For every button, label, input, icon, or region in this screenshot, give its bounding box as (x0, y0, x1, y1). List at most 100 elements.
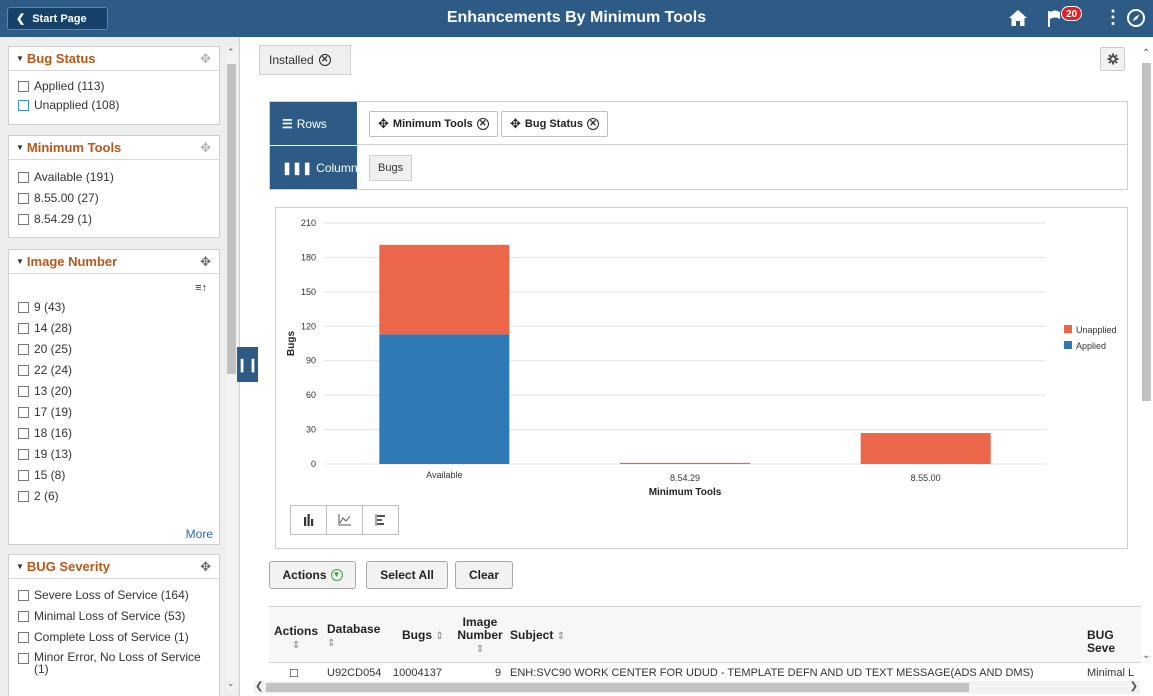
facet-panel-scrollbar[interactable]: ⌃ ⌄ (226, 47, 237, 691)
scrollbar-thumb[interactable] (227, 64, 236, 374)
checkbox[interactable] (18, 302, 29, 313)
sort-icon[interactable]: ⇕ (327, 638, 335, 649)
facet-option[interactable]: 20 (25) (9, 342, 219, 357)
navigator-icon[interactable] (1126, 8, 1146, 31)
y-tick-label: 210 (301, 218, 316, 228)
scroll-down-icon[interactable]: ⌄ (1142, 650, 1150, 661)
checkbox[interactable] (18, 653, 29, 664)
checkbox[interactable] (18, 365, 29, 376)
column-header-image-number[interactable]: Image Number ⇕ (456, 616, 504, 656)
scroll-right-icon[interactable]: ❯ (1130, 681, 1138, 692)
facet-option[interactable]: 8.54.29 (1) (9, 212, 219, 227)
column-field-bugs[interactable]: Bugs (369, 155, 413, 181)
table-row[interactable]: ☐ U92CD054 10004137 9 ENH:SVC90 WORK CEN… (269, 667, 1141, 679)
horizontal-bar-chart-icon[interactable] (363, 506, 398, 534)
scroll-down-icon[interactable]: ⌄ (227, 678, 235, 689)
columns-label[interactable]: ❚❚❚ Columns (270, 146, 364, 189)
checkbox[interactable] (18, 491, 29, 502)
checkbox[interactable] (18, 100, 29, 111)
scroll-up-icon[interactable]: ⌃ (1142, 48, 1150, 59)
checkbox[interactable] (18, 214, 29, 225)
facet-option[interactable]: 13 (20) (9, 384, 219, 399)
checkbox[interactable] (18, 323, 29, 334)
column-header-bugs[interactable]: Bugs ⇕ (402, 629, 444, 643)
checkbox[interactable] (18, 611, 29, 622)
facet-option[interactable]: Applied (113) (9, 79, 219, 94)
checkbox[interactable] (18, 590, 29, 601)
move-icon[interactable]: ✥ (510, 116, 521, 132)
facet-option[interactable]: 17 (19) (9, 405, 219, 420)
row-field-bug-status[interactable]: ✥ Bug Status ✕ (501, 111, 608, 137)
facet-option[interactable]: 19 (13) (9, 447, 219, 462)
move-icon[interactable]: ✥ (200, 140, 211, 156)
facet-option[interactable]: 18 (16) (9, 426, 219, 441)
sort-ascending-icon[interactable]: ≡↑ (195, 282, 207, 294)
top-bar: ❮ Start Page Enhancements By Minimum Too… (0, 0, 1153, 37)
actions-button[interactable]: Actions ▼ (269, 561, 356, 589)
checkbox[interactable] (18, 81, 29, 92)
scroll-left-icon[interactable]: ❮ (255, 681, 263, 692)
sort-icon[interactable]: ⇕ (292, 640, 300, 651)
checkbox[interactable] (18, 632, 29, 643)
checkbox[interactable] (18, 470, 29, 481)
cell-bugs[interactable]: 10004137 (393, 667, 442, 679)
collapse-panel-button[interactable]: ❙❙ (237, 347, 258, 382)
facet-option[interactable]: Minimal Loss of Service (53) (9, 609, 219, 624)
line-chart-icon[interactable] (327, 506, 363, 534)
checkbox[interactable] (18, 449, 29, 460)
remove-circle-icon[interactable]: ✕ (318, 54, 331, 66)
move-icon[interactable]: ✥ (200, 559, 211, 575)
facet-option[interactable]: Minor Error, No Loss of Service (1) (9, 651, 219, 675)
facet-option[interactable]: Available (191) (9, 170, 219, 185)
checkbox[interactable] (18, 193, 29, 204)
horizontal-scrollbar[interactable]: ❮ ❯ (254, 681, 1140, 694)
facet-option[interactable]: 22 (24) (9, 363, 219, 378)
more-icon[interactable]: ⋮ (1104, 8, 1122, 26)
checkbox[interactable] (18, 386, 29, 397)
select-all-button[interactable]: Select All (366, 561, 448, 589)
facet-header[interactable]: ▼ BUG Severity ✥ (9, 555, 219, 579)
facet-option[interactable]: 15 (8) (9, 468, 219, 483)
column-header-bug-severity[interactable]: BUG Seve (1087, 629, 1141, 655)
notification-badge[interactable]: 20 (1061, 6, 1082, 21)
rows-label[interactable]: ☰ Rows (270, 102, 357, 145)
row-field-minimum-tools[interactable]: ✥ Minimum Tools ✕ (369, 111, 498, 137)
start-page-button[interactable]: ❮ Start Page (7, 7, 108, 30)
checkbox[interactable] (18, 428, 29, 439)
column-header-actions[interactable]: Actions ⇕ (274, 625, 318, 652)
facet-option[interactable]: 9 (43) (9, 300, 219, 315)
sort-icon[interactable]: ⇕ (557, 631, 565, 642)
facet-option[interactable]: 8.55.00 (27) (9, 191, 219, 206)
home-icon[interactable] (1008, 9, 1028, 30)
settings-button[interactable] (1100, 47, 1125, 71)
checkbox[interactable] (18, 172, 29, 183)
row-checkbox[interactable]: ☐ (289, 667, 299, 679)
checkbox[interactable] (18, 344, 29, 355)
scrollbar-thumb[interactable] (266, 683, 969, 692)
remove-circle-icon[interactable]: ✕ (586, 118, 599, 130)
bar-chart-icon[interactable] (291, 506, 327, 534)
column-header-database[interactable]: Database ⇕ (327, 623, 380, 650)
more-link[interactable]: More (186, 527, 213, 541)
scrollbar-thumb[interactable] (1142, 63, 1151, 401)
facet-header[interactable]: ▼ Bug Status ✥ (9, 47, 219, 71)
facet-header[interactable]: ▼ Image Number ✥ (9, 250, 219, 274)
column-header-subject[interactable]: Subject ⇕ (510, 629, 565, 643)
sort-icon[interactable]: ⇕ (476, 644, 484, 655)
facet-option[interactable]: Unapplied (108) (9, 98, 219, 113)
scroll-up-icon[interactable]: ⌃ (227, 47, 235, 58)
facet-option[interactable]: Complete Loss of Service (1) (9, 630, 219, 645)
sort-icon[interactable]: ⇕ (435, 631, 443, 642)
main-scrollbar[interactable]: ⌃ ⌄ (1140, 45, 1153, 665)
filter-chip-installed[interactable]: Installed ✕ (259, 45, 351, 75)
facet-option[interactable]: 2 (6) (9, 489, 219, 504)
facet-option[interactable]: Severe Loss of Service (164) (9, 588, 219, 603)
facet-header[interactable]: ▼ Minimum Tools ✥ (9, 136, 219, 160)
move-icon[interactable]: ✥ (200, 51, 211, 67)
move-icon[interactable]: ✥ (200, 254, 211, 270)
checkbox[interactable] (18, 407, 29, 418)
facet-option[interactable]: 14 (28) (9, 321, 219, 336)
clear-button[interactable]: Clear (455, 561, 513, 589)
remove-circle-icon[interactable]: ✕ (476, 118, 489, 130)
move-icon[interactable]: ✥ (378, 116, 389, 132)
